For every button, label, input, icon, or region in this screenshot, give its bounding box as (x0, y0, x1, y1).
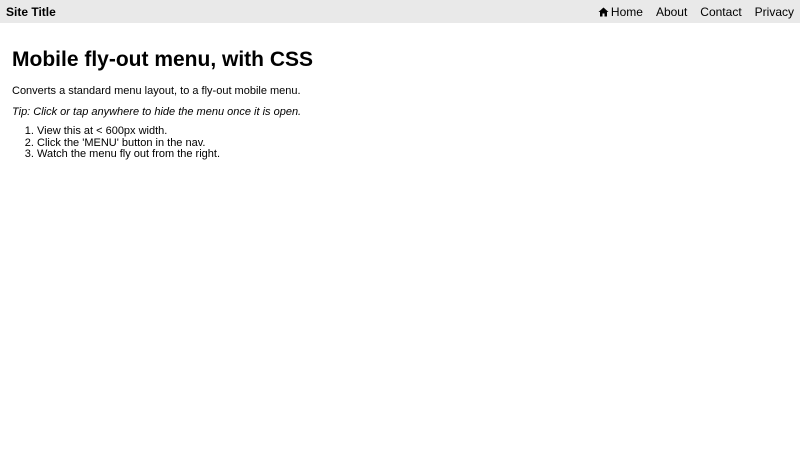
page-title: Mobile fly-out menu, with CSS (12, 48, 313, 71)
nav-link-privacy[interactable]: Privacy (755, 5, 794, 19)
nav-link-contact[interactable]: Contact (700, 5, 741, 19)
main-nav: Home About Contact Privacy (598, 0, 794, 23)
step-item: Watch the menu fly out from the right. (37, 148, 772, 161)
page-tip: Tip: Click or tap anywhere to hide the m… (12, 106, 302, 118)
nav-link-home[interactable]: Home (598, 5, 643, 19)
steps-list: View this at < 600px width. Click the 'M… (12, 125, 772, 161)
step-item: View this at < 600px width. (37, 125, 772, 138)
home-icon (598, 7, 609, 16)
main-content: Mobile fly-out menu, with CSS Converts a… (12, 46, 772, 161)
site-title[interactable]: Site Title (6, 5, 56, 19)
nav-link-about[interactable]: About (656, 5, 687, 19)
top-navbar: Site Title Home About Contact Privacy (0, 0, 800, 23)
nav-link-home-label: Home (610, 4, 643, 19)
page-description: Converts a standard menu layout, to a fl… (12, 85, 301, 97)
